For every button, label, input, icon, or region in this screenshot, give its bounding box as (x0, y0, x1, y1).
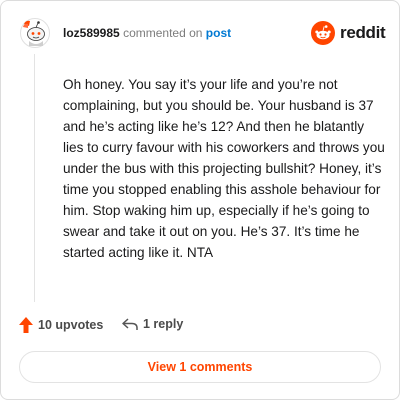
reply-button[interactable]: 1 reply (122, 317, 183, 331)
reply-count: 1 reply (143, 317, 184, 331)
comment-card: loz589985 commented on post reddit Oh ho… (0, 0, 400, 400)
thread-line (34, 54, 35, 302)
snoo-avatar-icon (20, 18, 50, 48)
post-link[interactable]: post (206, 26, 231, 40)
upvote-button[interactable]: 10 upvotes (19, 317, 103, 333)
reddit-wordmark: reddit (340, 23, 386, 42)
upvote-count: 10 upvotes (38, 318, 104, 332)
username[interactable]: loz589985 (63, 26, 120, 40)
comment-header: loz589985 commented on post (63, 26, 231, 40)
view-comments-button[interactable]: View 1 comments (19, 351, 381, 383)
action-text: commented on (123, 26, 203, 40)
reddit-logo-icon (311, 21, 335, 45)
avatar[interactable] (20, 18, 50, 48)
reply-arrow-icon (122, 318, 138, 330)
reddit-logo[interactable]: reddit (311, 21, 386, 45)
upvote-arrow-icon (19, 317, 33, 333)
comment-body: Oh honey. You say it’s your life and you… (63, 77, 385, 260)
